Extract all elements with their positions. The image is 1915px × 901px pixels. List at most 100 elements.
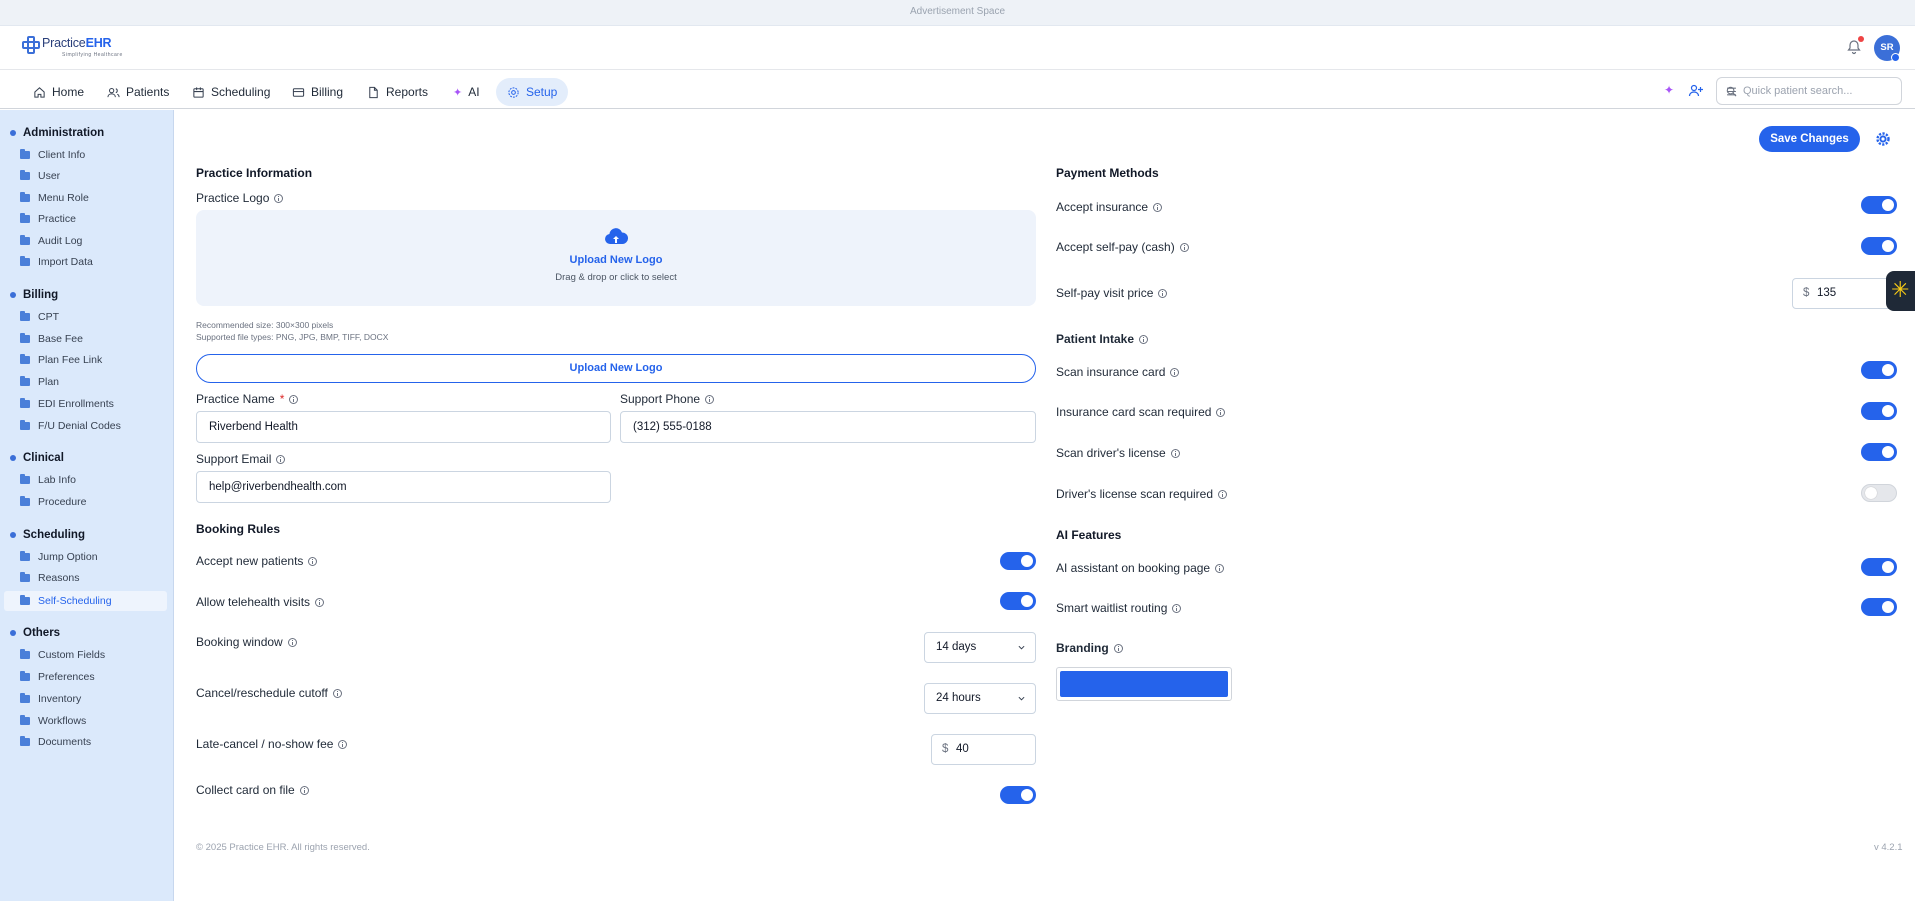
sidebar-item-documents[interactable]: Documents — [4, 732, 167, 752]
nav-patients[interactable]: Patients — [96, 78, 180, 106]
sidebar-item-custom-fields[interactable]: Custom Fields — [4, 645, 167, 665]
info-icon[interactable] — [1139, 334, 1149, 344]
advertisement-bar: Advertisement Space — [0, 0, 1915, 26]
accept-insurance-toggle[interactable] — [1861, 196, 1897, 214]
logo-dropzone[interactable]: Upload New Logo Drag & drop or click to … — [196, 210, 1036, 306]
practice-name-field[interactable]: Riverbend Health — [196, 411, 611, 443]
folder-icon — [20, 693, 30, 703]
folder-icon — [20, 474, 30, 484]
allow-telehealth-toggle[interactable] — [1000, 592, 1036, 610]
search-input[interactable] — [1743, 82, 1873, 100]
sidebar-item-plan-fee-link[interactable]: Plan Fee Link — [4, 350, 167, 370]
ai-assistant-toggle[interactable] — [1861, 558, 1897, 576]
support-email-field[interactable]: help@riverbendhealth.com — [196, 471, 611, 503]
menu-icon[interactable] — [1726, 86, 1737, 97]
sidebar-item-lab-info[interactable]: Lab Info — [4, 470, 167, 490]
sidebar-item-fu-denial-codes[interactable]: F/U Denial Codes — [4, 416, 167, 436]
cancel-cutoff-select[interactable]: 24 hours — [924, 683, 1036, 714]
accept-self-pay-toggle[interactable] — [1861, 237, 1897, 255]
info-icon[interactable] — [299, 785, 309, 795]
info-icon[interactable] — [1153, 202, 1163, 212]
info-icon[interactable] — [1218, 489, 1228, 499]
ai-assistant-label: AI assistant on booking page — [1056, 561, 1225, 575]
sidebar-section-others[interactable]: Others — [10, 627, 60, 639]
info-icon[interactable] — [315, 597, 325, 607]
info-icon[interactable] — [338, 739, 348, 749]
folder-icon — [20, 333, 30, 343]
info-icon[interactable] — [1172, 603, 1182, 613]
sidebar-item-reasons[interactable]: Reasons — [4, 568, 167, 588]
sidebar-item-menu-role[interactable]: Menu Role — [4, 188, 167, 208]
sidebar-section-billing[interactable]: Billing — [10, 289, 58, 301]
sidebar-item-jump-option[interactable]: Jump Option — [4, 547, 167, 567]
ai-sparkle-icon[interactable]: ✦ — [1664, 83, 1674, 97]
sidebar-item-procedure[interactable]: Procedure — [4, 492, 167, 512]
accept-new-patients-toggle[interactable] — [1000, 552, 1036, 570]
sidebar-item-plan[interactable]: Plan — [4, 372, 167, 392]
collect-card-toggle[interactable] — [1000, 786, 1036, 804]
nav-scheduling[interactable]: Scheduling — [181, 78, 281, 106]
info-icon[interactable] — [1179, 242, 1189, 252]
smart-waitlist-label: Smart waitlist routing — [1056, 601, 1182, 615]
late-fee-input[interactable]: $40 — [931, 734, 1036, 765]
info-icon[interactable] — [1170, 448, 1180, 458]
support-phone-field[interactable]: (312) 555-0188 — [620, 411, 1036, 443]
info-icon[interactable] — [289, 394, 299, 404]
nav-setup[interactable]: Setup — [496, 78, 569, 106]
sidebar-item-user[interactable]: User — [4, 166, 167, 186]
folder-icon — [20, 715, 30, 725]
info-icon[interactable] — [287, 637, 297, 647]
sidebar-item-audit-log[interactable]: Audit Log — [4, 231, 167, 251]
nav-home[interactable]: Home — [22, 78, 95, 106]
sidebar-section-scheduling[interactable]: Scheduling — [10, 529, 85, 541]
info-icon[interactable] — [1216, 407, 1226, 417]
logo-cross-icon — [22, 36, 40, 54]
info-icon[interactable] — [1158, 288, 1168, 298]
nav-reports[interactable]: Reports — [356, 78, 439, 106]
info-icon[interactable] — [308, 556, 318, 566]
sidebar-item-import-data[interactable]: Import Data — [4, 252, 167, 272]
scan-insurance-toggle[interactable] — [1861, 361, 1897, 379]
logo-size-hint: Recommended size: 300×300 pixels — [196, 320, 334, 330]
app-logo[interactable]: PracticeEHR Simplifying Healthcare — [22, 36, 123, 62]
sidebar-item-edi-enrollments[interactable]: EDI Enrollments — [4, 394, 167, 414]
info-icon[interactable] — [276, 454, 286, 464]
assistant-widget[interactable]: ✳ — [1886, 271, 1915, 311]
sidebar-section-clinical[interactable]: Clinical — [10, 452, 64, 464]
booking-window-label: Booking window — [196, 635, 297, 649]
brand-color-picker[interactable] — [1056, 667, 1232, 701]
info-icon[interactable] — [332, 688, 342, 698]
add-user-icon[interactable] — [1688, 83, 1704, 99]
info-icon[interactable] — [1170, 367, 1180, 377]
smart-waitlist-toggle[interactable] — [1861, 598, 1897, 616]
info-icon[interactable] — [1215, 563, 1225, 573]
users-icon — [107, 87, 120, 97]
folder-icon — [20, 551, 30, 561]
upload-logo-button[interactable]: Upload New Logo — [196, 354, 1036, 383]
sidebar-section-administration[interactable]: Administration — [10, 127, 104, 139]
info-icon[interactable] — [1113, 643, 1123, 653]
sidebar-item-self-scheduling[interactable]: Self-Scheduling — [4, 591, 167, 611]
nav-billing[interactable]: Billing — [281, 78, 354, 106]
patient-search[interactable] — [1716, 77, 1902, 105]
settings-gear-icon[interactable] — [1875, 131, 1891, 147]
scan-license-toggle[interactable] — [1861, 443, 1897, 461]
nav-ai[interactable]: ✦ AI — [442, 78, 491, 106]
folder-icon — [20, 376, 30, 386]
booking-window-select[interactable]: 14 days — [924, 632, 1036, 663]
sidebar-item-workflows[interactable]: Workflows — [4, 711, 167, 731]
sidebar-item-practice[interactable]: Practice — [4, 209, 167, 229]
license-required-label: Driver's license scan required — [1056, 487, 1228, 501]
sidebar-item-base-fee[interactable]: Base Fee — [4, 329, 167, 349]
save-changes-button[interactable]: Save Changes — [1759, 126, 1860, 152]
insurance-required-toggle[interactable] — [1861, 402, 1897, 420]
branding-heading: Branding — [1056, 641, 1123, 655]
sidebar-item-client-info[interactable]: Client Info — [4, 145, 167, 165]
license-required-toggle[interactable] — [1861, 484, 1897, 502]
sidebar-item-cpt[interactable]: CPT — [4, 307, 167, 327]
info-icon[interactable] — [705, 394, 715, 404]
self-pay-price-input[interactable]: $135 — [1792, 278, 1892, 309]
sidebar-item-preferences[interactable]: Preferences — [4, 667, 167, 687]
sidebar-item-inventory[interactable]: Inventory — [4, 689, 167, 709]
info-icon[interactable] — [274, 193, 284, 203]
